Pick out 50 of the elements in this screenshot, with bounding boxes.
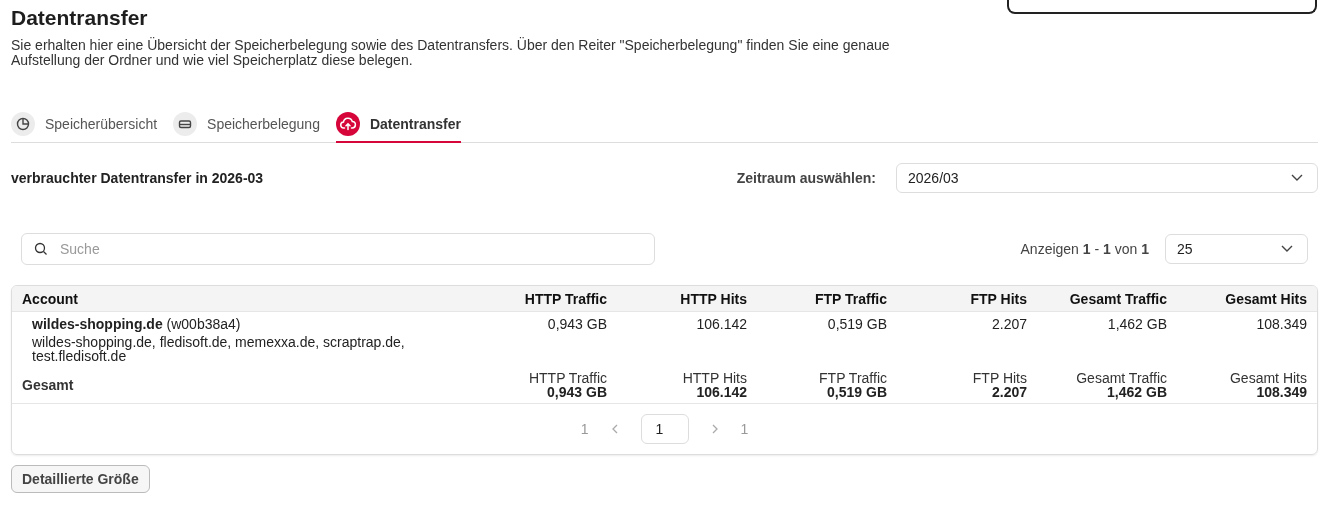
table-cell: 2.207: [991, 316, 1027, 332]
page-title: Datentransfer: [11, 6, 148, 30]
total-caption: Gesamt Hits: [1229, 371, 1307, 385]
tab[interactable]: Datentransfer: [335, 106, 461, 143]
column-header: Account: [12, 286, 477, 312]
total-caption: HTTP Traffic: [527, 371, 607, 385]
page-number-field[interactable]: 1: [640, 414, 689, 444]
total-value: 0,943 GB: [546, 385, 607, 399]
account-domains: wildes-shopping.de, fledisoft.de, memexxa.de, scraptrap.de, test.fledisoft.de: [32, 335, 406, 363]
chevron-down-icon: [1291, 174, 1303, 182]
page-size-select[interactable]: 25: [1165, 234, 1308, 264]
period-label: Zeitraum auswählen:: [736, 170, 876, 186]
column-header: FTP Traffic: [757, 286, 897, 312]
total-caption: FTP Traffic: [818, 371, 887, 385]
chevron-down-icon: [1281, 245, 1293, 253]
chevron-left-icon[interactable]: [610, 424, 619, 434]
drive-icon: [173, 111, 198, 136]
table-cell: 1,462 GB: [1107, 316, 1167, 332]
column-header: FTP Hits: [897, 286, 1037, 312]
table-cell: 0,519 GB: [827, 316, 887, 332]
account-id: (w00b38a4): [166, 316, 241, 332]
total-value: 108.349: [1255, 385, 1307, 399]
table-cell: 106.142: [696, 316, 747, 332]
page-description: Sie erhalten hier eine Übersicht der Speicherbelegung sowie des Datentransfers. Über den Reiter "Speicherbelegung" finden Sie eine genaue Aufstellung der Ordner und wie viel Speicherplatz diese belegen.: [11, 38, 891, 68]
search-field[interactable]: Suche: [21, 233, 655, 265]
search-icon: [34, 242, 48, 256]
column-header: Gesamt Traffic: [1037, 286, 1177, 312]
cloud-upload-icon: [335, 111, 360, 136]
total-caption: FTP Hits: [971, 371, 1027, 385]
total-value: 106.142: [695, 385, 747, 399]
column-header: Gesamt Hits: [1177, 286, 1317, 312]
total-caption: HTTP Hits: [681, 371, 747, 385]
total-caption: Gesamt Traffic: [1075, 371, 1167, 385]
results-summary: Anzeigen 1 - 1 von 1: [1020, 241, 1149, 257]
total-label: Gesamt: [22, 377, 74, 393]
section-heading: verbrauchter Datentransfer in 2026-03: [11, 170, 264, 186]
total-value: 0,519 GB: [826, 385, 887, 399]
tab[interactable]: Speicherbelegung: [173, 106, 336, 143]
chevron-right-icon[interactable]: [710, 424, 719, 434]
column-header: HTTP Traffic: [477, 286, 617, 312]
tab[interactable]: Speicherübersicht: [11, 106, 174, 143]
total-value: 2.207: [990, 385, 1027, 399]
account-name: wildes-shopping.de: [32, 316, 163, 332]
table-cell: 0,943 GB: [547, 316, 607, 332]
column-header: HTTP Hits: [617, 286, 757, 312]
pie-chart-icon: [11, 111, 35, 136]
detail-size-button[interactable]: Detaillierte Größe: [11, 465, 150, 493]
table-cell: 108.349: [1256, 316, 1307, 332]
period-select[interactable]: 2026/03: [896, 163, 1318, 193]
total-value: 1,462 GB: [1106, 385, 1167, 399]
